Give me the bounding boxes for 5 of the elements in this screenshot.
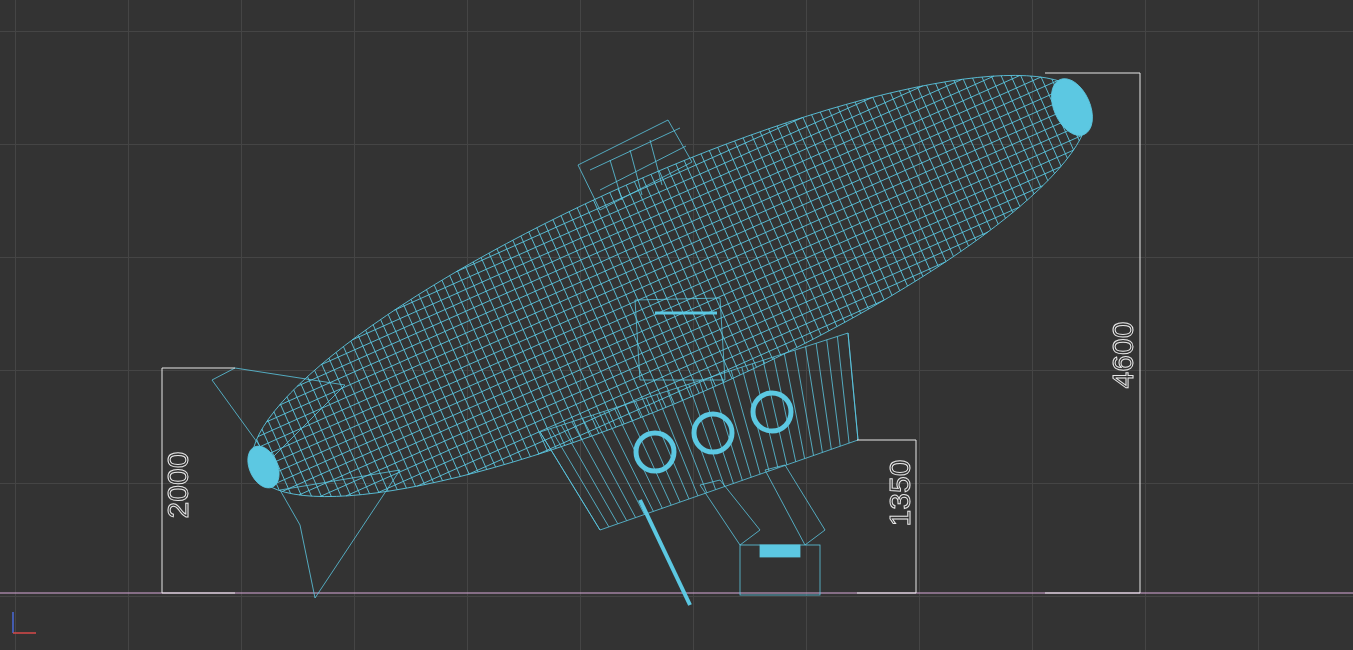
dimension-label: 2000 [161,451,194,519]
axis-icon [12,611,37,634]
viewport[interactable]: 2000 1350 4600 [0,0,1353,650]
dimension-label: 1350 [883,459,916,527]
dimension-label: 4600 [1106,321,1139,389]
